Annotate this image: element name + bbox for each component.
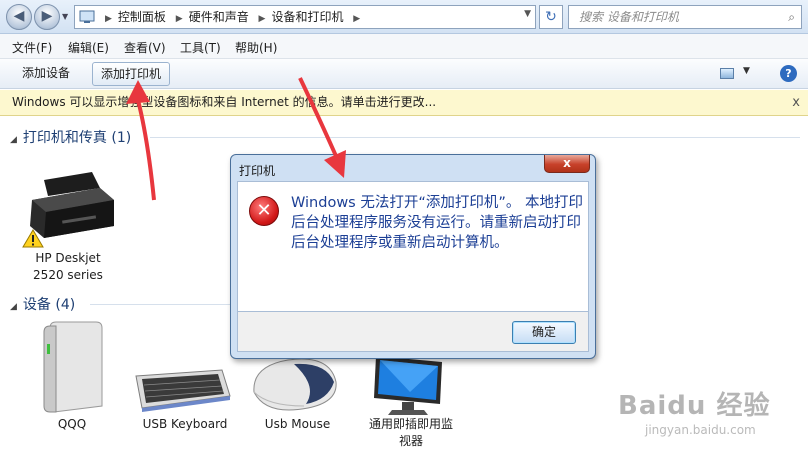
watermark-url: jingyan.baidu.com <box>645 423 756 437</box>
watermark-logo: Baidu 经验 <box>618 391 771 421</box>
monitor-name-line1: 通用即插即用监 <box>368 417 453 431</box>
refresh-button[interactable]: ↻ <box>539 5 563 29</box>
forward-button[interactable]: ▶ <box>34 4 60 30</box>
menu-file[interactable]: 文件(F) <box>12 39 52 56</box>
breadcrumb-separator-icon[interactable]: ▶ <box>353 14 360 24</box>
device-qqq-label[interactable]: QQQ <box>30 416 114 433</box>
external-drive-icon[interactable] <box>40 320 104 416</box>
breadcrumb-hardware-sound[interactable]: 硬件和声音 <box>189 10 249 24</box>
breadcrumb: ▶ 控制面板 ▶ 硬件和声音 ▶ 设备和打印机 ▶ <box>99 6 366 28</box>
view-options-dropdown-icon[interactable]: ▼ <box>743 66 750 76</box>
breadcrumb-separator-icon[interactable]: ▶ <box>259 14 266 24</box>
dialog-title: 打印机 <box>239 164 276 178</box>
search-placeholder: 搜索 设备和打印机 <box>579 10 679 24</box>
menu-view[interactable]: 查看(V) <box>124 39 166 56</box>
ok-button[interactable]: 确定 <box>512 321 576 344</box>
dialog-content: ✕ Windows 无法打开“添加打印机”。 本地打印后台处理程序服务没有运行。… <box>237 181 589 312</box>
add-printer-button[interactable]: 添加打印机 <box>92 62 171 86</box>
address-field[interactable]: ▶ 控制面板 ▶ 硬件和声音 ▶ 设备和打印机 ▶ ▼ <box>74 5 536 29</box>
devices-group-title: 设备 (4) <box>22 297 76 313</box>
device-usb-keyboard-label[interactable]: USB Keyboard <box>130 416 240 433</box>
printers-group-title: 打印机和传真 (1) <box>22 130 132 146</box>
monitor-name-line2: 视器 <box>398 434 423 448</box>
dialog-close-button[interactable]: x <box>544 155 590 173</box>
address-dropdown-icon[interactable]: ▼ <box>524 9 531 19</box>
search-icon[interactable]: ⌕ <box>788 6 795 28</box>
control-panel-icon <box>79 10 95 23</box>
back-button[interactable]: ◀ <box>6 4 32 30</box>
recent-pages-dropdown-icon[interactable]: ▼ <box>62 12 68 21</box>
breadcrumb-separator-icon[interactable]: ▶ <box>105 14 112 24</box>
breadcrumb-separator-icon[interactable]: ▶ <box>176 14 183 24</box>
menu-edit[interactable]: 编辑(E) <box>68 39 109 56</box>
printer-hp-deskjet-label[interactable]: HP Deskjet 2520 series <box>18 250 118 284</box>
search-input[interactable]: 搜索 设备和打印机 ⌕ <box>568 5 802 29</box>
dialog-button-bar: 确定 <box>237 312 589 352</box>
command-bar: 添加设备 添加打印机 ▼ ? <box>0 59 808 89</box>
info-bar-text: Windows 可以显示增强型设备图标和来自 Internet 的信息。请单击进… <box>12 95 437 109</box>
collapse-triangle-icon[interactable]: ◢ <box>10 135 17 145</box>
mouse-icon[interactable] <box>248 356 340 416</box>
printer-name-line2: 2520 series <box>33 268 103 282</box>
info-bar[interactable]: Windows 可以显示增强型设备图标和来自 Internet 的信息。请单击进… <box>0 90 808 116</box>
devices-group-header[interactable]: ◢ 设备 (4) <box>10 294 75 314</box>
group-divider <box>90 304 230 305</box>
add-device-button[interactable]: 添加设备 <box>14 62 78 86</box>
collapse-triangle-icon[interactable]: ◢ <box>10 302 17 312</box>
dialog-message: Windows 无法打开“添加打印机”。 本地打印后台处理程序服务没有运行。请重… <box>291 195 583 251</box>
warning-icon <box>22 229 44 248</box>
change-view-icon[interactable] <box>720 68 734 79</box>
error-icon: ✕ <box>249 196 279 226</box>
help-button[interactable]: ? <box>780 65 797 82</box>
menu-bar: 文件(F) 编辑(E) 查看(V) 工具(T) 帮助(H) <box>0 34 808 59</box>
printer-name-line1: HP Deskjet <box>35 251 101 265</box>
info-bar-close-button[interactable]: x <box>792 90 800 115</box>
address-toolbar: ◀ ▶ ▼ ▶ 控制面板 ▶ 硬件和声音 ▶ 设备和打印机 ▶ ▼ ↻ 搜索 设备和打… <box>0 0 808 34</box>
menu-tools[interactable]: 工具(T) <box>180 39 221 56</box>
breadcrumb-devices-printers[interactable]: 设备和打印机 <box>271 10 343 24</box>
device-pnp-monitor-label[interactable]: 通用即插即用监 视器 <box>358 416 464 450</box>
keyboard-icon[interactable] <box>132 366 232 412</box>
error-dialog: 打印机 x ✕ Windows 无法打开“添加打印机”。 本地打印后台处理程序服… <box>230 154 596 359</box>
refresh-icon: ↻ <box>545 9 557 25</box>
printers-group-header[interactable]: ◢ 打印机和传真 (1) <box>10 127 131 147</box>
menu-help[interactable]: 帮助(H) <box>235 39 277 56</box>
group-divider <box>150 137 800 138</box>
device-usb-mouse-label[interactable]: Usb Mouse <box>250 416 345 433</box>
breadcrumb-control-panel[interactable]: 控制面板 <box>118 10 166 24</box>
monitor-icon[interactable] <box>370 352 446 416</box>
